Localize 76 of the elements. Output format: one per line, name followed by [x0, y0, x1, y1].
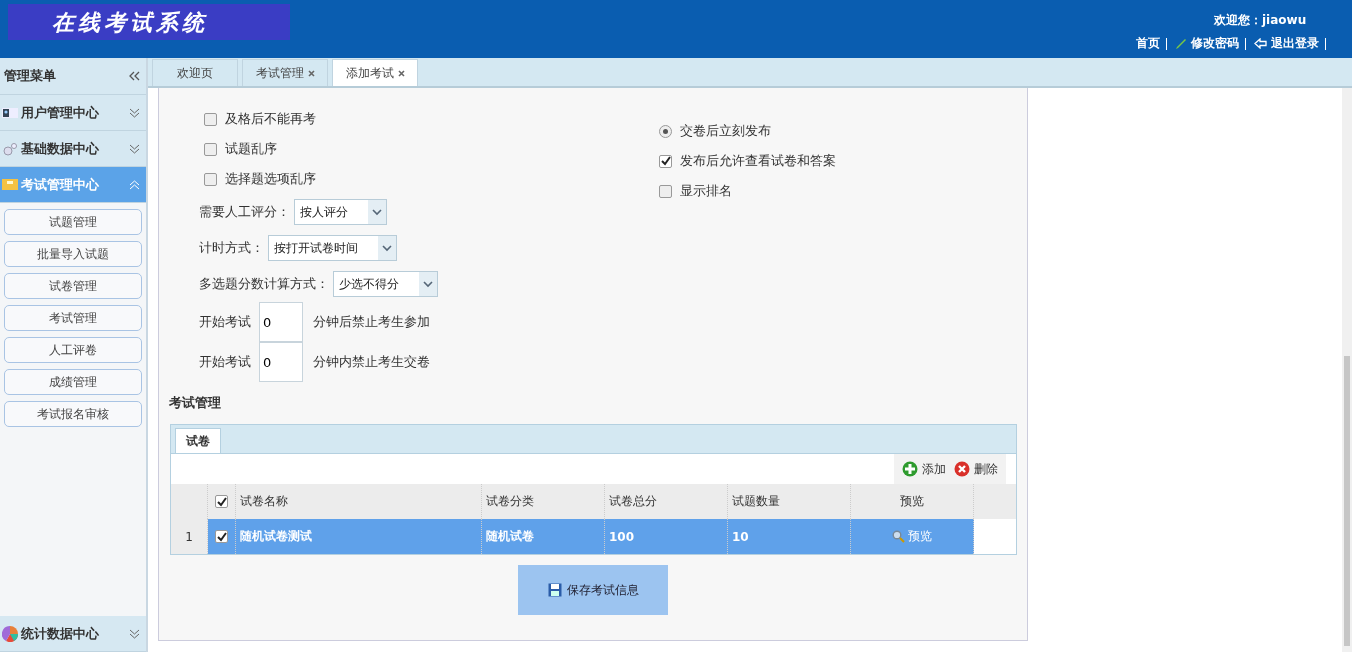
expand-icon [129, 628, 140, 639]
close-icon[interactable] [397, 69, 405, 77]
tab[interactable]: 欢迎页 [152, 59, 238, 86]
checkbox[interactable] [659, 184, 672, 198]
checkbox[interactable] [204, 112, 217, 126]
table-cell: 随机试卷测试 [236, 519, 482, 554]
collapse-icon[interactable] [129, 71, 140, 81]
table-cell: 随机试卷 [482, 519, 605, 554]
row-number: 1 [171, 519, 208, 554]
submenu-button[interactable]: 考试管理 [4, 305, 142, 331]
submenu-button[interactable]: 批量导入试题 [4, 241, 142, 267]
table-row[interactable]: 1 随机试卷测试 随机试卷 100 10 预览 [171, 519, 1016, 554]
pie-chart-icon [2, 625, 18, 642]
table-cell: 100 [605, 519, 728, 554]
sidebar-title: 管理菜单 [4, 67, 56, 85]
scrollbar[interactable] [1342, 88, 1352, 652]
id-card-icon [2, 106, 18, 119]
field-label: 需要人工评分： [199, 203, 290, 221]
dropdown[interactable]: 少选不得分 [333, 271, 438, 297]
search-icon [892, 530, 905, 543]
field-suffix: 分钟内禁止考生交卷 [313, 353, 430, 371]
delete-icon [954, 461, 970, 477]
table-cell: 10 [728, 519, 851, 554]
chevron-down-icon [419, 272, 437, 296]
header-link[interactable]: 退出登录 [1271, 35, 1319, 52]
field-label: 开始考试 [199, 313, 251, 331]
tab[interactable]: 添加考试 [332, 59, 418, 86]
save-button[interactable]: 保存考试信息 [518, 565, 668, 615]
tab[interactable]: 考试管理 [242, 59, 328, 86]
plus-icon [902, 461, 918, 477]
checkbox[interactable] [659, 154, 672, 168]
chevron-down-icon [368, 200, 386, 224]
gears-icon [2, 141, 18, 156]
option-label: 选择题选项乱序 [225, 170, 316, 188]
menu-group[interactable]: 用户管理中心 [0, 95, 146, 131]
collapse-icon [129, 179, 140, 190]
number-field[interactable]: 0 [259, 302, 303, 342]
menu-group[interactable]: 基础数据中心 [0, 131, 146, 167]
add-button[interactable]: 添加 [898, 454, 950, 484]
checkbox[interactable] [215, 495, 228, 508]
folder-icon [2, 178, 18, 191]
checkbox[interactable] [215, 530, 228, 543]
radio-button[interactable] [659, 124, 672, 138]
number-field[interactable]: 0 [259, 342, 303, 382]
close-icon[interactable] [307, 69, 315, 77]
delete-button[interactable]: 删除 [950, 454, 1002, 484]
field-label: 开始考试 [199, 353, 251, 371]
header-link[interactable]: 修改密码 [1191, 35, 1239, 52]
pencil-icon [1175, 37, 1187, 50]
checkbox[interactable] [204, 142, 217, 156]
option-label: 及格后不能再考 [225, 110, 316, 128]
submenu-button[interactable]: 成绩管理 [4, 369, 142, 395]
submenu-button[interactable]: 试卷管理 [4, 273, 142, 299]
header-link[interactable]: 首页 [1136, 35, 1160, 52]
dropdown[interactable]: 按打开试卷时间 [268, 235, 397, 261]
section-title: 考试管理 [168, 394, 222, 412]
checkbox[interactable] [204, 172, 217, 186]
back-arrow-icon [1254, 38, 1267, 49]
submenu-button[interactable]: 考试报名审核 [4, 401, 142, 427]
field-label: 计时方式： [199, 239, 264, 257]
option-label: 发布后允许查看试卷和答案 [680, 152, 836, 170]
field-label: 多选题分数计算方式： [199, 275, 329, 293]
dropdown[interactable]: 按人评分 [294, 199, 387, 225]
menu-group[interactable]: 统计数据中心 [0, 616, 146, 652]
field-suffix: 分钟后禁止考生参加 [313, 313, 430, 331]
submenu-button[interactable]: 人工评卷 [4, 337, 142, 363]
submenu-button[interactable]: 试题管理 [4, 209, 142, 235]
tab[interactable]: 试卷 [175, 428, 221, 453]
option-label: 交卷后立刻发布 [680, 122, 771, 140]
chevron-down-icon [378, 236, 396, 260]
welcome-text: 欢迎您：jiaowu [1214, 12, 1307, 29]
logo-title: 在线考试系统 [8, 4, 290, 40]
option-label: 显示排名 [680, 182, 732, 200]
expand-icon [129, 143, 140, 154]
option-label: 试题乱序 [225, 140, 277, 158]
expand-icon [129, 107, 140, 118]
